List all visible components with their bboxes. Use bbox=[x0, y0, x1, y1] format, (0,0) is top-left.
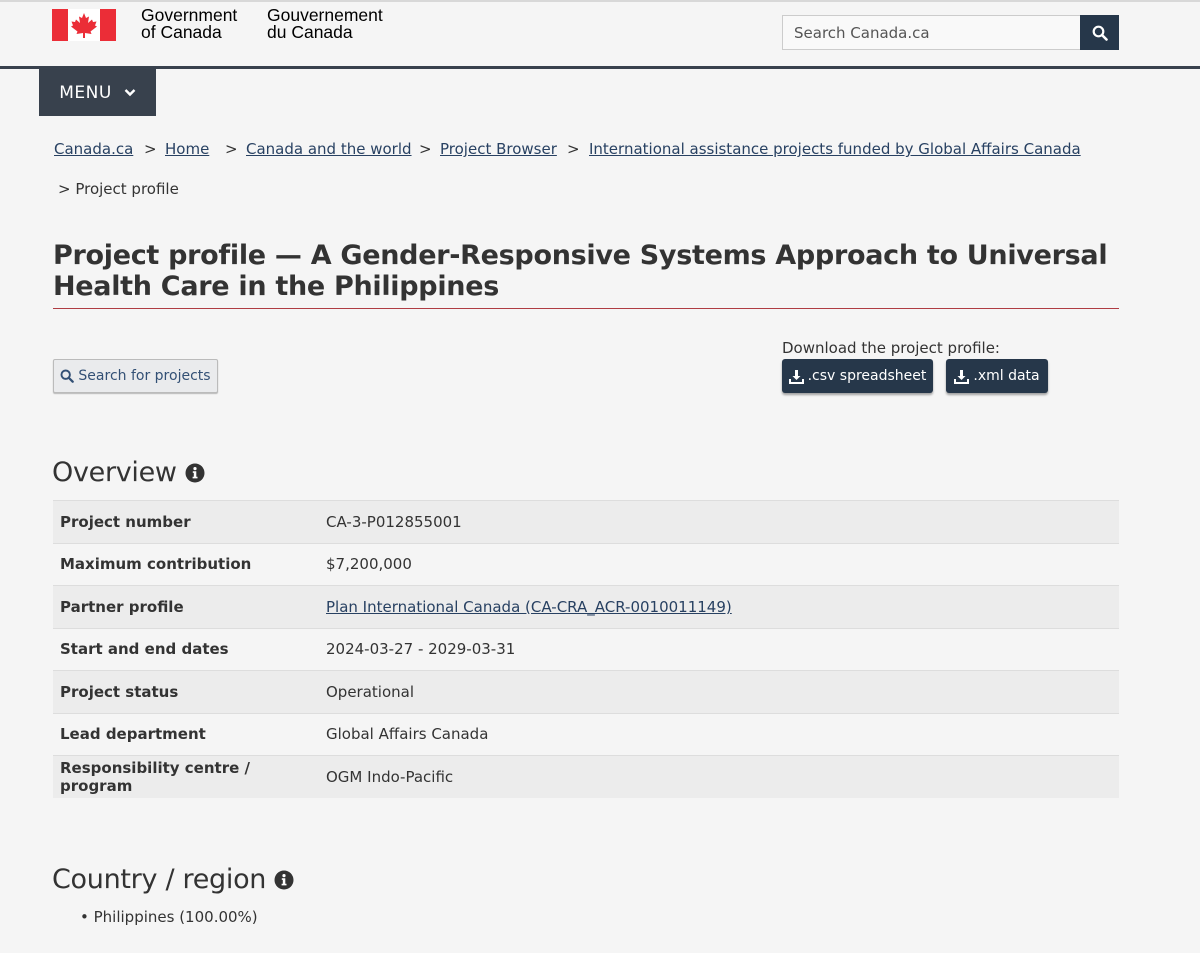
country-region-heading: Country / region bbox=[52, 864, 294, 895]
download-icon bbox=[954, 369, 970, 384]
chevron-down-icon bbox=[124, 89, 136, 97]
breadcrumb-link-canada-and-the-world[interactable]: Canada and the world bbox=[246, 140, 412, 158]
breadcrumb-separator: > bbox=[58, 180, 76, 198]
download-xml-button[interactable]: .xml data bbox=[946, 359, 1048, 393]
row-key: Lead department bbox=[53, 712, 319, 756]
search-for-projects-label: Search for projects bbox=[78, 368, 211, 384]
breadcrumb-link-home[interactable]: Home bbox=[165, 140, 209, 158]
breadcrumb-current-project-profile: Project profile bbox=[75, 180, 179, 198]
search-input[interactable] bbox=[782, 15, 1081, 50]
breadcrumb-separator: > bbox=[225, 140, 238, 158]
row-value: Operational bbox=[319, 670, 1119, 713]
country-item-label: Philippines (100.00%) bbox=[93, 908, 258, 926]
overview-heading-text: Overview bbox=[52, 457, 177, 488]
row-value: Global Affairs Canada bbox=[319, 712, 1119, 756]
signature-en-line2: of Canada bbox=[141, 22, 222, 42]
download-csv-label: .csv spreadsheet bbox=[807, 368, 927, 384]
download-csv-button[interactable]: .csv spreadsheet bbox=[782, 359, 933, 393]
row-value: OGM Indo-Pacific bbox=[319, 755, 1119, 798]
breadcrumb-link-canada-ca[interactable]: Canada.ca bbox=[54, 140, 133, 158]
table-row: Lead department Global Affairs Canada bbox=[53, 712, 1119, 756]
table-row: Partner profile Plan International Canad… bbox=[53, 585, 1119, 628]
table-row: Responsibility centre / program OGM Indo… bbox=[53, 755, 1119, 798]
row-key: Start and end dates bbox=[53, 627, 319, 671]
search-for-projects-button[interactable]: Search for projects bbox=[53, 359, 218, 393]
menu-button[interactable]: MENU bbox=[39, 69, 156, 116]
row-value-cell: Plan International Canada (CA-CRA_ACR-00… bbox=[319, 585, 1119, 628]
menu-label: MENU bbox=[59, 82, 112, 103]
info-icon[interactable] bbox=[274, 870, 294, 890]
search-button[interactable] bbox=[1080, 15, 1119, 50]
page-title: Project profile — A Gender-Responsive Sy… bbox=[53, 240, 1108, 302]
breadcrumb-link-international-assistance-projects[interactable]: International assistance projects funded… bbox=[589, 140, 1081, 158]
overview-heading: Overview bbox=[52, 457, 205, 488]
list-item: • Philippines (100.00%) bbox=[80, 908, 258, 926]
table-row: Start and end dates 2024-03-27 - 2029-03… bbox=[53, 627, 1119, 671]
table-row: Maximum contribution $7,200,000 bbox=[53, 542, 1119, 586]
download-icon bbox=[788, 369, 804, 384]
breadcrumb-separator: > bbox=[144, 140, 157, 158]
row-key: Maximum contribution bbox=[53, 542, 319, 586]
row-key: Project status bbox=[53, 670, 319, 713]
gouvernement-du-canada-signature[interactable]: Gouvernement du Canada bbox=[267, 6, 383, 42]
breadcrumb-separator: > bbox=[567, 140, 580, 158]
table-row: Project status Operational bbox=[53, 670, 1119, 713]
partner-profile-link[interactable]: Plan International Canada (CA-CRA_ACR-00… bbox=[326, 598, 732, 616]
overview-table: Project number CA-3-P012855001 Maximum c… bbox=[53, 500, 1119, 798]
breadcrumb-link-project-browser[interactable]: Project Browser bbox=[440, 140, 557, 158]
row-value: 2024-03-27 - 2029-03-31 bbox=[319, 627, 1119, 671]
search-icon bbox=[1092, 25, 1108, 41]
table-row: Project number CA-3-P012855001 bbox=[53, 500, 1119, 543]
government-of-canada-signature[interactable]: Government of Canada bbox=[141, 6, 237, 42]
canada-flag-icon[interactable] bbox=[52, 9, 116, 41]
row-value: CA-3-P012855001 bbox=[319, 500, 1119, 543]
country-region-heading-text: Country / region bbox=[52, 864, 267, 895]
row-key: Responsibility centre / program bbox=[53, 755, 319, 798]
download-xml-label: .xml data bbox=[973, 368, 1040, 384]
download-profile-label: Download the project profile: bbox=[782, 339, 1000, 357]
row-key: Project number bbox=[53, 500, 319, 543]
signature-fr-line2: du Canada bbox=[267, 22, 353, 42]
title-underline bbox=[53, 308, 1119, 309]
row-value: $7,200,000 bbox=[319, 542, 1119, 586]
info-icon[interactable] bbox=[185, 463, 205, 483]
row-key: Partner profile bbox=[53, 585, 319, 628]
country-region-list: • Philippines (100.00%) bbox=[80, 908, 258, 926]
search-icon bbox=[60, 369, 75, 383]
breadcrumb-separator: > bbox=[419, 140, 432, 158]
site-header: Government of Canada Gouvernement du Can… bbox=[0, 0, 1200, 69]
